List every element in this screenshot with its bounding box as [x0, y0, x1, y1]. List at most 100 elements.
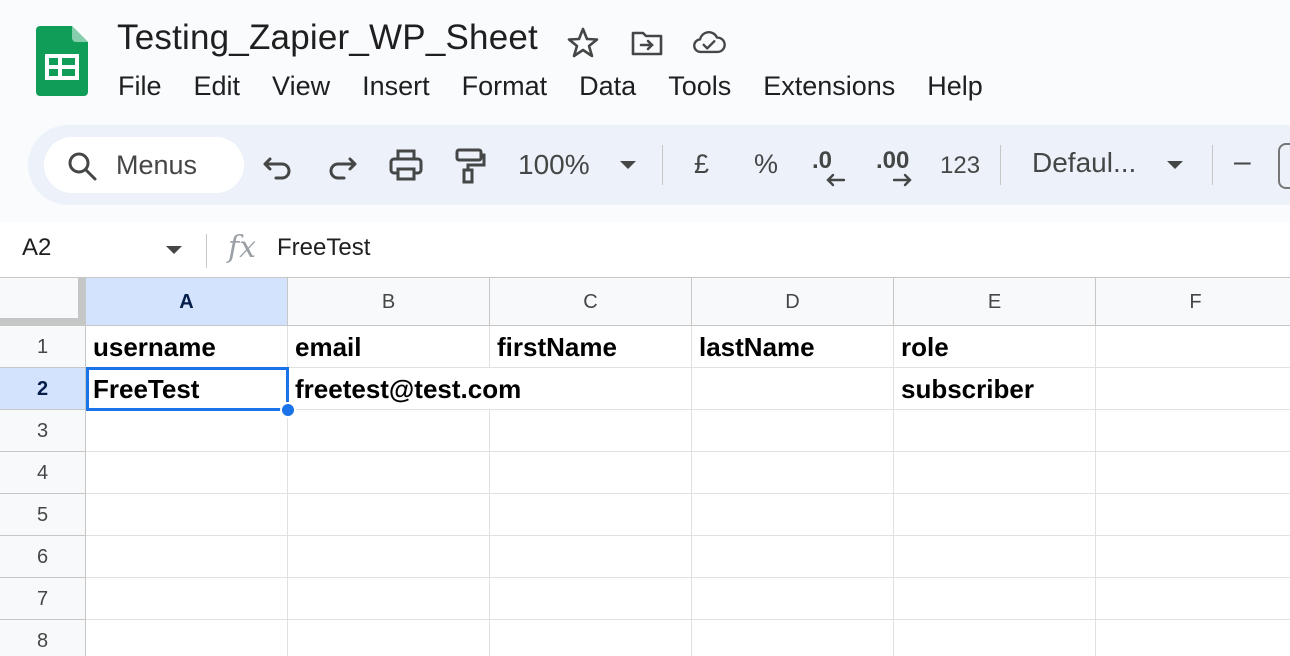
name-box[interactable]: A2 [22, 234, 51, 262]
cell-e6[interactable] [894, 536, 1096, 578]
row-header-6[interactable]: 6 [0, 536, 86, 578]
increase-decimal-button[interactable]: .00 [876, 145, 920, 189]
menu-extensions[interactable]: Extensions [747, 66, 911, 106]
format-currency-button[interactable]: £ [694, 149, 709, 180]
cell-b6[interactable] [288, 536, 490, 578]
cell-c6[interactable] [490, 536, 692, 578]
row-header-8[interactable]: 8 [0, 620, 86, 656]
decrease-decimal-button[interactable]: .0 [812, 145, 852, 189]
cell-a6[interactable] [86, 536, 288, 578]
cell-e3[interactable] [894, 410, 1096, 452]
cell-c8[interactable] [490, 620, 692, 656]
increase-decimal-label: .00 [876, 147, 910, 174]
menu-file[interactable]: File [102, 66, 178, 106]
row-header-1[interactable]: 1 [0, 326, 86, 368]
toolbar-divider [662, 145, 663, 185]
cell-a5[interactable] [86, 494, 288, 536]
cell-d2[interactable] [692, 368, 894, 410]
document-title[interactable]: Testing_Zapier_WP_Sheet [117, 18, 538, 58]
cell-e4[interactable] [894, 452, 1096, 494]
cell-d1[interactable]: lastName [692, 326, 894, 368]
decrease-font-size-button[interactable]: – [1234, 145, 1251, 179]
cell-c4[interactable] [490, 452, 692, 494]
row-header-2[interactable]: 2 [0, 368, 86, 410]
cell-a2[interactable]: FreeTest [86, 368, 288, 410]
print-icon[interactable] [386, 145, 426, 185]
row-header-3[interactable]: 3 [0, 410, 86, 452]
row-header-5[interactable]: 5 [0, 494, 86, 536]
formula-input[interactable]: FreeTest [277, 234, 370, 262]
cell-b1[interactable]: email [288, 326, 490, 368]
cell-e1[interactable]: role [894, 326, 1096, 368]
frozen-row-handle[interactable] [0, 318, 86, 326]
cell-d7[interactable] [692, 578, 894, 620]
name-box-dropdown-icon[interactable] [166, 246, 182, 254]
cell-d5[interactable] [692, 494, 894, 536]
row-header-4[interactable]: 4 [0, 452, 86, 494]
cell-f1[interactable] [1096, 326, 1290, 368]
column-header-f[interactable]: F [1096, 278, 1290, 326]
cell-d4[interactable] [692, 452, 894, 494]
cell-f7[interactable] [1096, 578, 1290, 620]
font-family-select[interactable]: Defaul... [1032, 147, 1136, 179]
column-header-c[interactable]: C [490, 278, 692, 326]
cell-f4[interactable] [1096, 452, 1290, 494]
undo-icon[interactable] [258, 145, 298, 185]
star-icon[interactable] [566, 26, 600, 60]
menu-edit[interactable]: Edit [178, 66, 257, 106]
cell-b8[interactable] [288, 620, 490, 656]
cell-a4[interactable] [86, 452, 288, 494]
cell-d3[interactable] [692, 410, 894, 452]
menu-view[interactable]: View [256, 66, 346, 106]
toolbar: Menus 100% £ % .0 .00 123 Defaul... – [28, 125, 1290, 205]
column-header-e[interactable]: E [894, 278, 1096, 326]
cell-e2[interactable]: subscriber [894, 368, 1096, 410]
menu-help[interactable]: Help [911, 66, 999, 106]
column-header-b[interactable]: B [288, 278, 490, 326]
cell-a7[interactable] [86, 578, 288, 620]
cell-f8[interactable] [1096, 620, 1290, 656]
cell-b4[interactable] [288, 452, 490, 494]
cell-c7[interactable] [490, 578, 692, 620]
cell-d8[interactable] [692, 620, 894, 656]
redo-icon[interactable] [322, 145, 362, 185]
search-menus-input[interactable]: Menus [44, 137, 244, 193]
search-menus-label: Menus [116, 150, 198, 180]
column-header-a[interactable]: A [86, 278, 288, 326]
cell-c5[interactable] [490, 494, 692, 536]
cell-a8[interactable] [86, 620, 288, 656]
zoom-dropdown-icon[interactable] [620, 161, 636, 169]
menu-data[interactable]: Data [563, 66, 652, 106]
cell-f2[interactable] [1096, 368, 1290, 410]
cell-e7[interactable] [894, 578, 1096, 620]
cell-f5[interactable] [1096, 494, 1290, 536]
format-percent-button[interactable]: % [754, 149, 778, 180]
cell-b5[interactable] [288, 494, 490, 536]
cell-e8[interactable] [894, 620, 1096, 656]
cell-a3[interactable] [86, 410, 288, 452]
cell-f6[interactable] [1096, 536, 1290, 578]
fill-handle[interactable] [280, 402, 296, 418]
menu-tools[interactable]: Tools [652, 66, 747, 106]
menu-insert[interactable]: Insert [346, 66, 446, 106]
cloud-saved-icon[interactable] [692, 26, 726, 60]
cell-b3[interactable] [288, 410, 490, 452]
cell-b2[interactable]: freetest@test.com [288, 368, 692, 410]
cell-c1[interactable]: firstName [490, 326, 692, 368]
cell-b7[interactable] [288, 578, 490, 620]
zoom-select[interactable]: 100% [518, 149, 590, 181]
move-to-folder-icon[interactable] [630, 26, 664, 60]
cell-f3[interactable] [1096, 410, 1290, 452]
font-size-input[interactable] [1278, 143, 1290, 189]
font-dropdown-icon[interactable] [1167, 161, 1183, 169]
sheets-logo-icon[interactable] [36, 26, 88, 96]
menu-format[interactable]: Format [446, 66, 564, 106]
cell-c3[interactable] [490, 410, 692, 452]
cell-a1[interactable]: username [86, 326, 288, 368]
more-formats-button[interactable]: 123 [940, 152, 980, 180]
row-header-7[interactable]: 7 [0, 578, 86, 620]
cell-e5[interactable] [894, 494, 1096, 536]
paint-format-icon[interactable] [448, 145, 488, 185]
cell-d6[interactable] [692, 536, 894, 578]
column-header-d[interactable]: D [692, 278, 894, 326]
